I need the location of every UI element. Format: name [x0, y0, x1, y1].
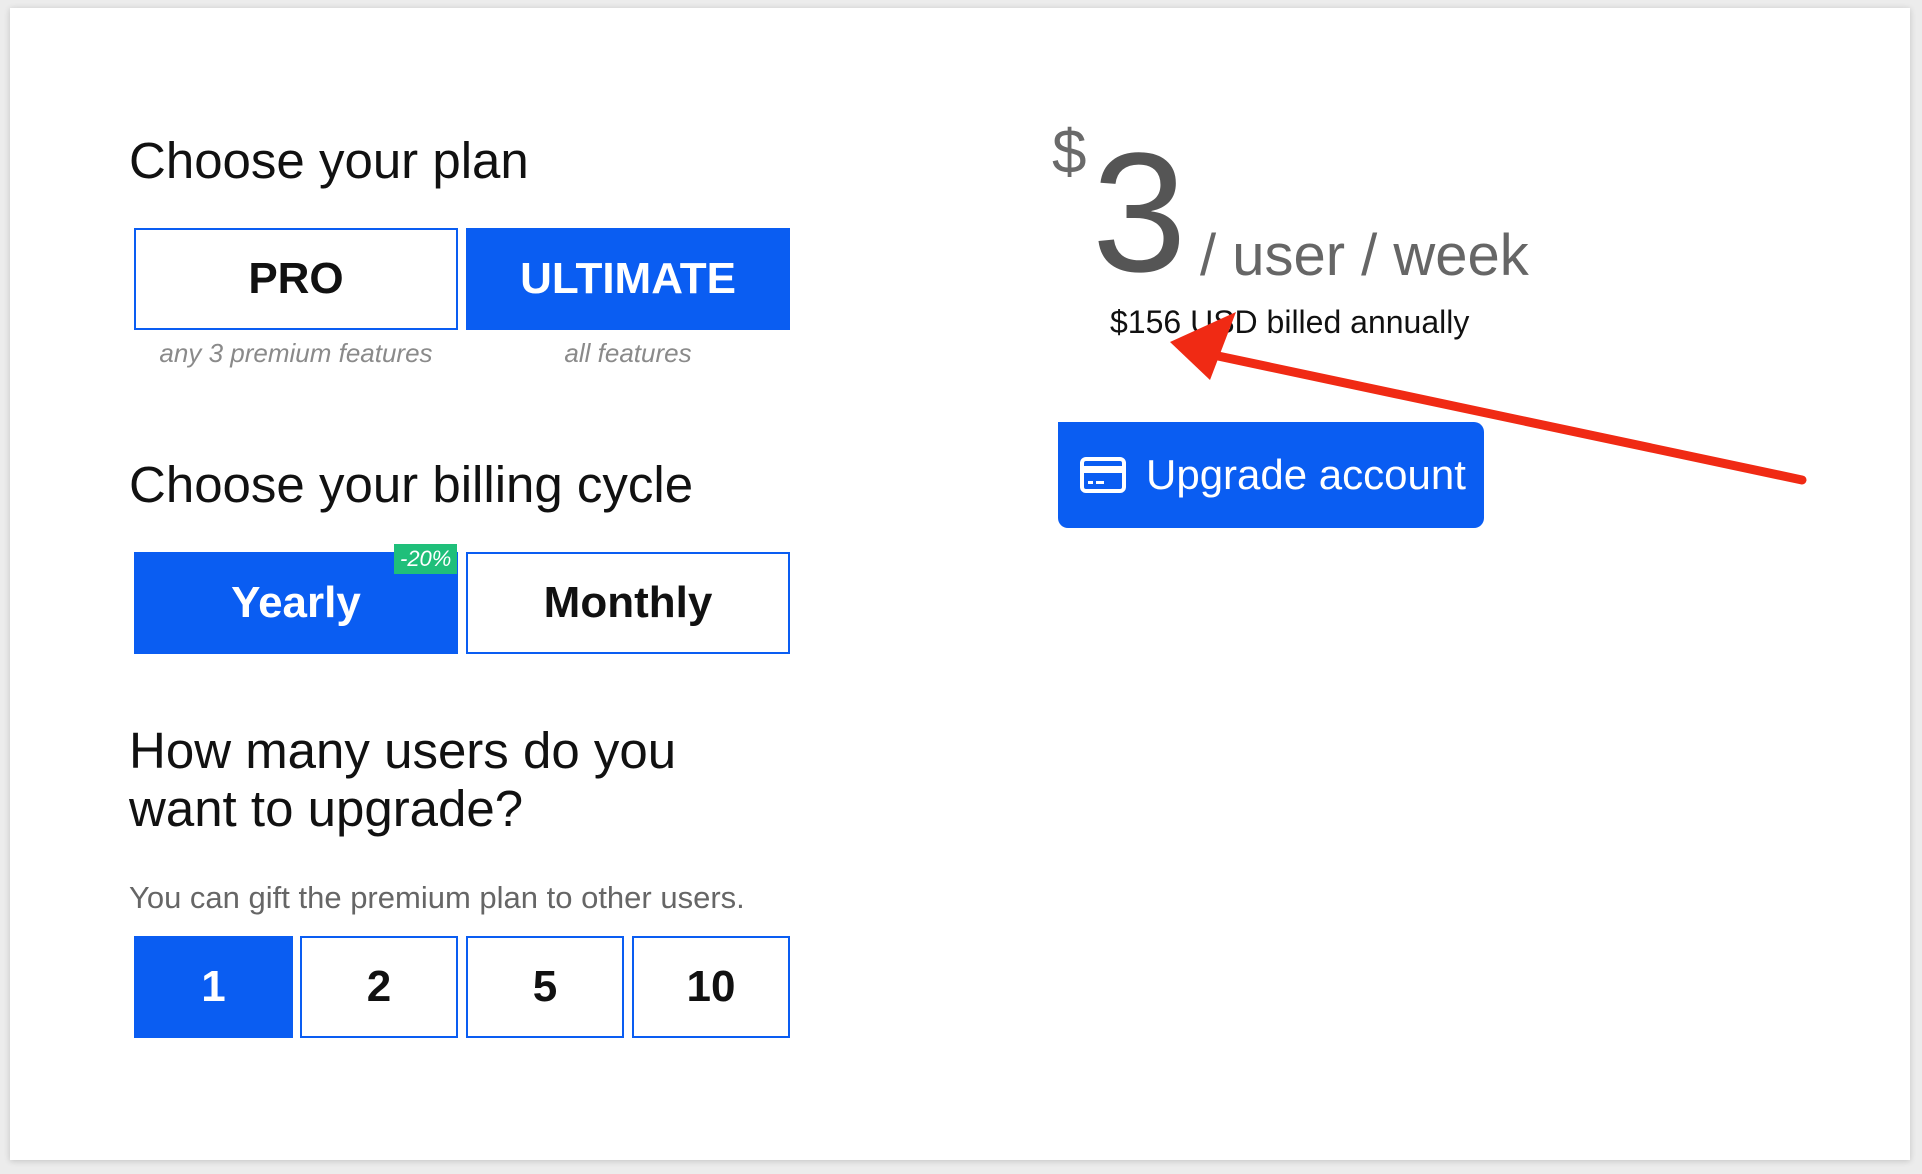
plan-option-pro-caption: any 3 premium features — [159, 338, 433, 368]
users-section-title-line1: How many users do you — [129, 722, 677, 779]
plan-option-pro-label: PRO — [248, 254, 344, 303]
plan-option-ultimate-label: ULTIMATE — [520, 254, 736, 303]
billing-option-yearly-label: Yearly — [231, 578, 361, 627]
users-option-2-label: 2 — [366, 962, 392, 1011]
users-option-10-label: 10 — [686, 962, 736, 1011]
users-section-subtitle: You can gift the premium plan to other u… — [129, 880, 745, 915]
billed-annually-text: $156 USD billed annually — [1110, 304, 1470, 340]
upgrade-account-button[interactable]: Upgrade account — [1058, 422, 1484, 528]
users-option-5-label: 5 — [532, 962, 558, 1011]
plan-option-ultimate-caption: all features — [564, 338, 692, 368]
plan-section-title: Choose your plan — [129, 132, 529, 189]
price-currency: $ — [1052, 118, 1087, 187]
discount-badge: -20% — [394, 544, 458, 574]
users-section-title-line2: want to upgrade? — [129, 780, 524, 837]
billing-section-title: Choose your billing cycle — [129, 456, 694, 513]
billing-option-monthly[interactable]: Monthly — [466, 552, 790, 654]
plan-option-pro[interactable]: PRO — [134, 228, 458, 330]
plan-option-ultimate[interactable]: ULTIMATE — [466, 228, 790, 330]
billing-option-monthly-label: Monthly — [543, 578, 713, 627]
upgrade-account-label: Upgrade account — [1146, 451, 1466, 498]
upgrade-panel: Choose your plan PRO any 3 premium featu… — [10, 8, 1910, 1160]
users-option-1-label: 1 — [201, 962, 226, 1011]
users-option-2[interactable]: 2 — [300, 936, 458, 1038]
price-unit: / user / week — [1200, 223, 1529, 288]
price-amount: 3 — [1092, 118, 1187, 308]
users-option-10[interactable]: 10 — [632, 936, 790, 1038]
credit-card-icon — [1080, 457, 1126, 493]
users-option-1[interactable]: 1 — [134, 936, 293, 1038]
users-option-5[interactable]: 5 — [466, 936, 624, 1038]
